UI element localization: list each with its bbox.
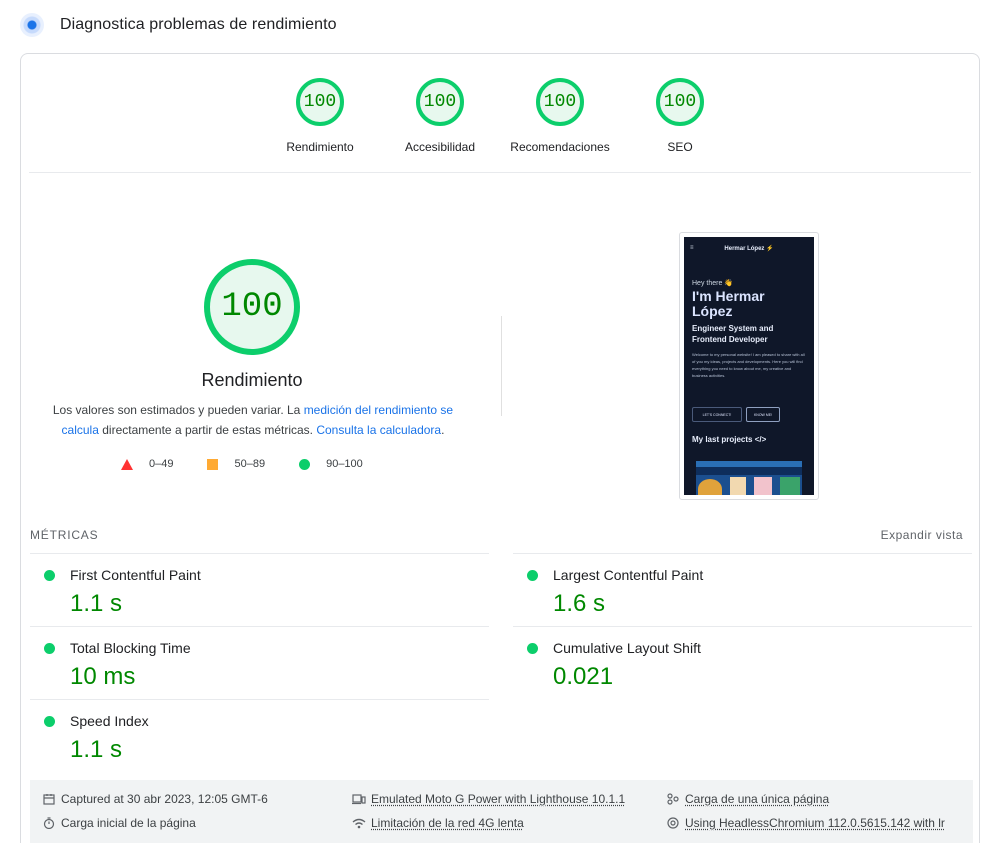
gauge-accessibility[interactable]: 100 Accesibilidad <box>380 78 500 154</box>
page-header: Diagnostica problemas de rendimiento <box>20 12 337 38</box>
final-screenshot[interactable]: ≡ Hermar López ⚡ Hey there 👋 I'm Hermar … <box>679 232 819 500</box>
footer-text: Limitación de la red 4G lenta <box>371 816 524 830</box>
gauge-score: 100 <box>536 78 584 126</box>
metric-fcp: First Contentful Paint 1.1 s <box>30 553 489 626</box>
report-card: 100 Rendimiento 100 Accesibilidad 100 Re… <box>20 53 980 843</box>
screenshot-body: Welcome to my personal website! I am ple… <box>692 352 805 378</box>
gauge-best-practices[interactable]: 100 Recomendaciones <box>500 78 620 154</box>
metric-name: Cumulative Layout Shift <box>553 640 701 656</box>
metric-tbt: Total Blocking Time 10 ms <box>30 626 489 699</box>
screenshot-know-button: KNOW ME! <box>746 407 780 422</box>
metric-lcp: Largest Contentful Paint 1.6 s <box>513 553 972 626</box>
main-performance-label: Rendimiento <box>201 370 303 390</box>
gauge-score: 100 <box>416 78 464 126</box>
main-performance-gauge: 100 <box>204 259 300 355</box>
pass-circle-icon <box>527 643 538 654</box>
footer-browser[interactable]: Using HeadlessChromium 112.0.5615.142 wi… <box>666 816 945 830</box>
legend-range: 0–49 <box>149 458 174 470</box>
circle-icon <box>299 458 311 470</box>
footer-captured: Captured at 30 abr 2023, 12:05 GMT-6 <box>42 792 268 806</box>
pass-circle-icon <box>44 716 55 727</box>
footer-text: Using HeadlessChromium 112.0.5615.142 wi… <box>685 816 945 830</box>
gauge-label: Accesibilidad <box>404 140 476 154</box>
screenshot-screen: ≡ Hermar López ⚡ Hey there 👋 I'm Hermar … <box>684 237 814 495</box>
metric-speed-index: Speed Index 1.1 s <box>30 699 489 772</box>
legend-range: 90–100 <box>326 458 363 470</box>
metric-value: 1.1 s <box>70 736 123 763</box>
metric-value: 10 ms <box>70 663 136 690</box>
footer-device[interactable]: Emulated Moto G Power with Lighthouse 10… <box>352 792 625 806</box>
footer-text: Carga de una única página <box>685 792 830 806</box>
screenshot-project-thumbnail <box>696 461 802 495</box>
gauge-score: 100 <box>296 78 344 126</box>
legend-pass: 90–100 <box>299 458 363 470</box>
run-info-footer: Captured at 30 abr 2023, 12:05 GMT-6 Emu… <box>30 780 973 843</box>
pass-circle-icon <box>44 643 55 654</box>
diagnostic-pulse-icon <box>20 13 44 37</box>
gauge-label: Recomendaciones <box>510 140 610 154</box>
gauges-divider <box>29 172 971 173</box>
footer-initial-load: Carga inicial de la página <box>42 816 196 830</box>
metric-value: 0.021 <box>553 663 614 690</box>
expand-view-button[interactable]: Expandir vista <box>881 528 963 542</box>
legend-average: 50–89 <box>207 458 265 470</box>
legend-fail: 0–49 <box>121 458 173 470</box>
calendar-icon <box>42 792 56 806</box>
screenshot-projects-heading: My last projects </> <box>692 435 767 444</box>
metric-value: 1.6 s <box>553 590 606 617</box>
screenshot-site-name: Hermar López ⚡ <box>724 246 774 252</box>
desc-text: Los valores son estimados y pueden varia… <box>52 403 304 417</box>
screenshot-greeting: Hey there 👋 <box>692 280 734 287</box>
footer-text: Emulated Moto G Power with Lighthouse 10… <box>371 792 626 806</box>
triangle-icon <box>121 458 133 470</box>
score-legend: 0–49 50–89 90–100 <box>121 458 397 470</box>
metrics-heading: MÉTRICAS <box>30 528 99 542</box>
calculator-link[interactable]: Consulta la calculadora <box>316 423 441 437</box>
footer-text: Carga inicial de la página <box>61 816 196 830</box>
metric-value: 1.1 s <box>70 590 123 617</box>
footer-single-page[interactable]: Carga de una única página <box>666 792 829 806</box>
desc-text: directamente a partir de estas métricas. <box>98 423 317 437</box>
footer-text: Captured at 30 abr 2023, 12:05 GMT-6 <box>61 792 268 806</box>
timer-icon <box>42 816 56 830</box>
gauge-score: 100 <box>656 78 704 126</box>
metric-cls: Cumulative Layout Shift 0.021 <box>513 626 972 699</box>
square-icon <box>207 458 219 470</box>
metric-name: Total Blocking Time <box>70 640 191 656</box>
gauge-performance[interactable]: 100 Rendimiento <box>260 78 380 154</box>
pass-circle-icon <box>527 570 538 581</box>
category-gauges: 100 Rendimiento 100 Accesibilidad 100 Re… <box>21 78 979 154</box>
page-title: Diagnostica problemas de rendimiento <box>60 16 337 33</box>
gauge-label: SEO <box>667 140 693 154</box>
nodes-icon <box>666 792 680 806</box>
screenshot-subtitle: Engineer System and Frontend Developer <box>692 324 774 344</box>
gauge-seo[interactable]: 100 SEO <box>620 78 740 154</box>
pass-circle-icon <box>44 570 55 581</box>
metric-name: Speed Index <box>70 713 149 729</box>
chrome-icon <box>666 816 680 830</box>
score-description: Los valores son estimados y pueden varia… <box>43 400 463 440</box>
legend-range: 50–89 <box>234 458 266 470</box>
metric-name: First Contentful Paint <box>70 567 201 583</box>
gauge-label: Rendimiento <box>286 140 354 154</box>
footer-throttling[interactable]: Limitación de la red 4G lenta <box>352 816 524 830</box>
screenshot-title: I'm Hermar López <box>692 288 765 319</box>
devices-icon <box>352 792 366 806</box>
wifi-icon <box>352 816 366 830</box>
desc-text: . <box>441 423 445 437</box>
vertical-divider <box>501 316 502 416</box>
screenshot-connect-button: LET'S CONNECT! <box>692 407 742 422</box>
metric-name: Largest Contentful Paint <box>553 567 704 583</box>
